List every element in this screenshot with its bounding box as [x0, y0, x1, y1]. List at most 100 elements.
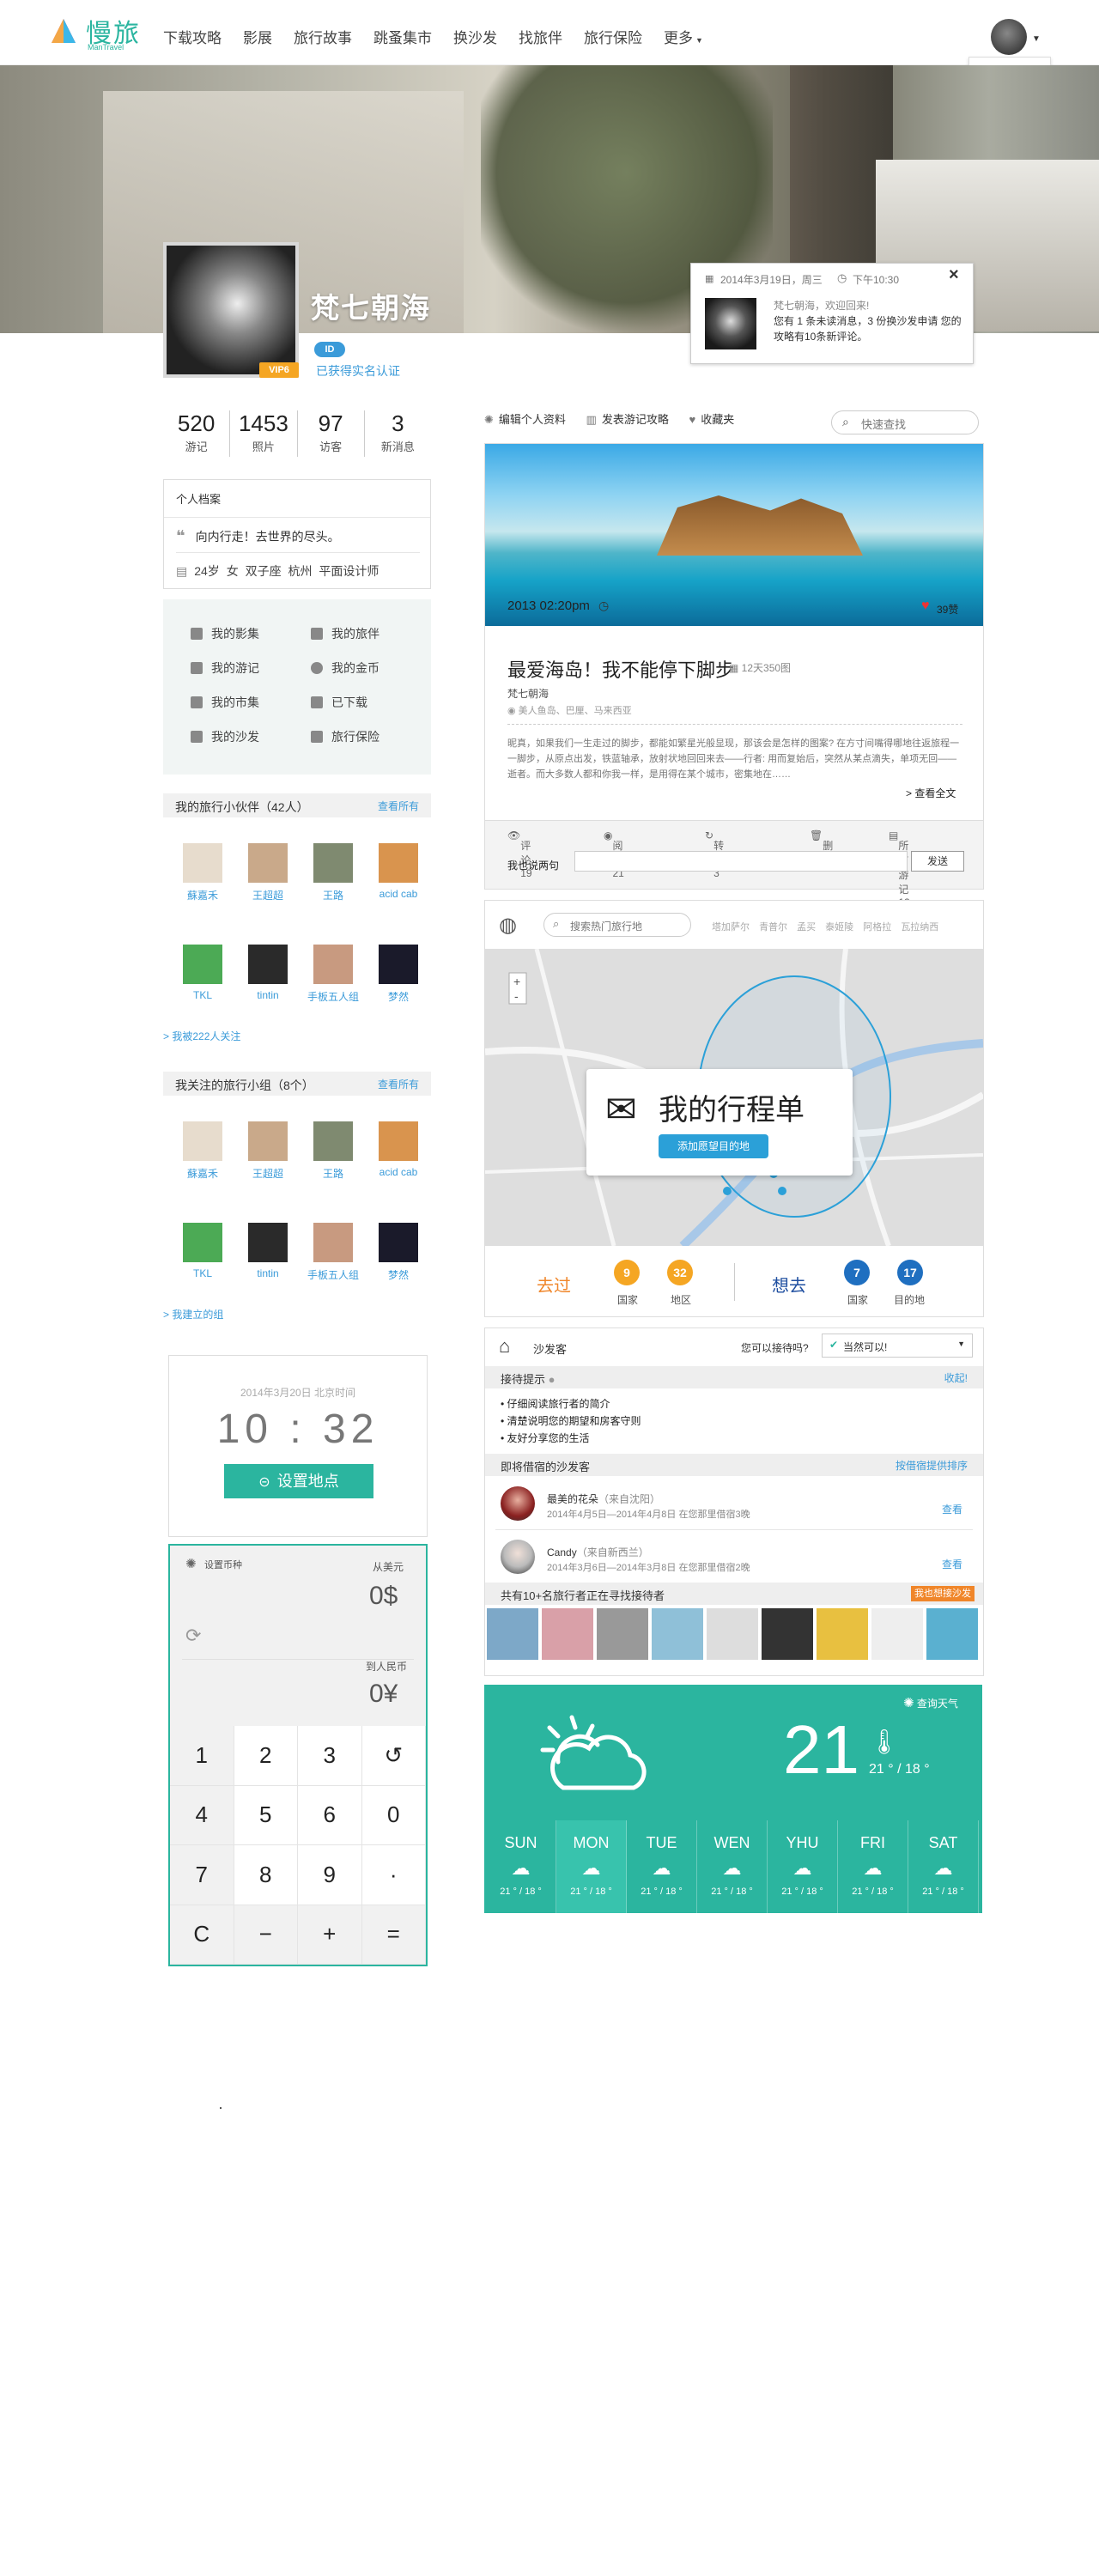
- destination-search-input[interactable]: ⌕ 搜索热门旅行地: [543, 913, 691, 937]
- nav-item[interactable]: 下载攻略: [163, 26, 222, 47]
- forecast-day[interactable]: MON ☁ 21 ° / 18 °: [556, 1820, 627, 1913]
- friend-item[interactable]: tintin: [240, 1223, 295, 1279]
- keypad-key[interactable]: +: [298, 1905, 362, 1965]
- keypad-key[interactable]: 0: [361, 1785, 426, 1845]
- friend-item[interactable]: 蘇嘉禾: [175, 843, 230, 902]
- keypad-key[interactable]: =: [361, 1905, 426, 1965]
- friend-item[interactable]: 梦然: [371, 1223, 426, 1282]
- chevron-down-icon[interactable]: ▼: [1032, 34, 1041, 44]
- view-guest-link[interactable]: 查看: [942, 1502, 962, 1516]
- view-guest-link[interactable]: 查看: [942, 1557, 962, 1571]
- comment-input[interactable]: [574, 851, 908, 872]
- want-country-count[interactable]: 7: [844, 1260, 870, 1285]
- keypad-key[interactable]: −: [234, 1905, 298, 1965]
- menu-coins[interactable]: 我的金币: [311, 659, 379, 677]
- currency-setting-label[interactable]: 设置币种: [204, 1558, 242, 1571]
- keypad-key[interactable]: 8: [234, 1845, 298, 1905]
- city-link[interactable]: 泰姬陵: [825, 922, 853, 933]
- friend-item[interactable]: 梦然: [371, 945, 426, 1004]
- keypad-key[interactable]: 4: [170, 1785, 234, 1845]
- nav-item[interactable]: 旅行保险: [584, 26, 642, 47]
- seeker-avatar[interactable]: [597, 1608, 648, 1660]
- seeker-avatar[interactable]: [926, 1608, 978, 1660]
- guest-avatar[interactable]: [501, 1486, 535, 1521]
- edit-profile-button[interactable]: ✺ 编辑个人资料: [484, 413, 566, 426]
- itinerary-map[interactable]: + - ✉ 我的行程单 添加愿望目的地: [485, 949, 983, 1246]
- menu-companions[interactable]: 我的旅伴: [311, 625, 379, 642]
- globe-icon[interactable]: ◍: [499, 913, 517, 938]
- post-author[interactable]: 梵七朝海: [507, 686, 549, 701]
- friend-item[interactable]: 王超超: [240, 1121, 295, 1181]
- set-location-button[interactable]: ⊝ 设置地点: [224, 1464, 373, 1498]
- been-region-count[interactable]: 32: [667, 1260, 693, 1285]
- followers-link[interactable]: > 我被222人关注: [163, 1029, 240, 1043]
- menu-travelogues[interactable]: 我的游记: [191, 659, 259, 677]
- nav-item[interactable]: 旅行故事: [294, 26, 352, 47]
- friend-item[interactable]: 王路: [306, 843, 361, 902]
- stat-photos[interactable]: 1453 照片: [230, 410, 298, 457]
- partners-more-link[interactable]: 查看所有: [378, 799, 419, 813]
- check-weather-button[interactable]: ✺ 查询天气: [903, 1695, 958, 1710]
- seeker-avatar[interactable]: [871, 1608, 923, 1660]
- read-more-link[interactable]: > 查看全文: [906, 786, 956, 800]
- menu-insurance[interactable]: 旅行保险: [311, 728, 379, 745]
- guest-avatar[interactable]: [501, 1540, 535, 1574]
- collapse-tips-link[interactable]: 收起!: [944, 1370, 968, 1385]
- add-destination-button[interactable]: 添加愿望目的地: [659, 1134, 768, 1158]
- stat-posts[interactable]: 520 游记: [163, 410, 231, 457]
- nav-item[interactable]: 找旅伴: [519, 26, 562, 47]
- guest-name[interactable]: Candy（来自新西兰）: [547, 1545, 649, 1559]
- forecast-day[interactable]: YHU ☁ 21 ° / 18 °: [768, 1820, 838, 1913]
- user-avatar[interactable]: [991, 19, 1027, 55]
- nav-item-more[interactable]: 更多 ▼: [664, 26, 703, 47]
- menu-market[interactable]: 我的市集: [191, 694, 259, 711]
- menu-albums[interactable]: 我的影集: [191, 625, 259, 642]
- favorites-button[interactable]: ♥ 收藏夹: [689, 413, 734, 426]
- friend-item[interactable]: acid cab: [371, 843, 426, 900]
- friend-item[interactable]: TKL: [175, 945, 230, 1001]
- seeker-avatar[interactable]: [652, 1608, 703, 1660]
- friend-item[interactable]: 手板五人组: [306, 1223, 361, 1282]
- seeker-avatar[interactable]: [487, 1608, 538, 1660]
- seeker-avatar[interactable]: [707, 1608, 758, 1660]
- repost-button[interactable]: ↻ 转发3: [705, 829, 724, 879]
- heart-icon[interactable]: ♥: [921, 598, 930, 614]
- verified-label[interactable]: 已获得实名认证: [316, 362, 400, 380]
- stat-visitors[interactable]: 97 访客: [298, 410, 365, 457]
- keypad-key[interactable]: C: [170, 1905, 234, 1965]
- gear-icon[interactable]: ✺: [185, 1556, 197, 1571]
- menu-sofa[interactable]: 我的沙发: [191, 728, 259, 745]
- my-groups-link[interactable]: > 我建立的组: [163, 1307, 223, 1321]
- keypad-key[interactable]: 5: [234, 1785, 298, 1845]
- nav-item[interactable]: 换沙发: [453, 26, 497, 47]
- guest-name[interactable]: 最美的花朵（来自沈阳）: [547, 1492, 660, 1506]
- stat-messages[interactable]: 3 新消息: [365, 410, 431, 457]
- nav-item[interactable]: 影展: [243, 26, 272, 47]
- quick-search-input[interactable]: ⌕ 快速查找: [831, 410, 979, 434]
- want-destination-count[interactable]: 17: [897, 1260, 923, 1285]
- publish-button[interactable]: ▥ 发表游记攻略: [586, 413, 669, 426]
- forecast-day[interactable]: FRI ☁ 21 ° / 18 °: [838, 1820, 908, 1913]
- forecast-day[interactable]: SUN ☁ 21 ° / 18 °: [486, 1820, 556, 1913]
- keypad-key[interactable]: 7: [170, 1845, 234, 1905]
- seeker-avatar[interactable]: [817, 1608, 868, 1660]
- keypad-key[interactable]: 2: [234, 1726, 298, 1786]
- keypad-key[interactable]: ↺: [361, 1726, 426, 1786]
- friend-item[interactable]: 手板五人组: [306, 945, 361, 1004]
- post-title[interactable]: 最爱海岛！我不能停下脚步: [507, 655, 734, 683]
- keypad-key[interactable]: ·: [361, 1845, 426, 1905]
- forecast-day[interactable]: SAT ☁ 21 ° / 18 °: [908, 1820, 979, 1913]
- send-button[interactable]: 发送: [911, 851, 964, 872]
- friend-item[interactable]: 蘇嘉禾: [175, 1121, 230, 1181]
- sort-link[interactable]: 按借宿提供排序: [896, 1458, 968, 1473]
- close-icon[interactable]: ×: [949, 265, 959, 285]
- keypad-key[interactable]: 3: [298, 1726, 362, 1786]
- swap-icon[interactable]: ⟳: [185, 1625, 201, 1647]
- forecast-day[interactable]: WEN ☁ 21 ° / 18 °: [697, 1820, 768, 1913]
- keypad-key[interactable]: 9: [298, 1845, 362, 1905]
- friend-item[interactable]: TKL: [175, 1223, 230, 1279]
- i-want-to-host-button[interactable]: 我也想接沙发: [911, 1586, 975, 1601]
- seeker-avatar[interactable]: [542, 1608, 593, 1660]
- friend-item[interactable]: acid cab: [371, 1121, 426, 1178]
- city-link[interactable]: 阿格拉: [863, 922, 891, 933]
